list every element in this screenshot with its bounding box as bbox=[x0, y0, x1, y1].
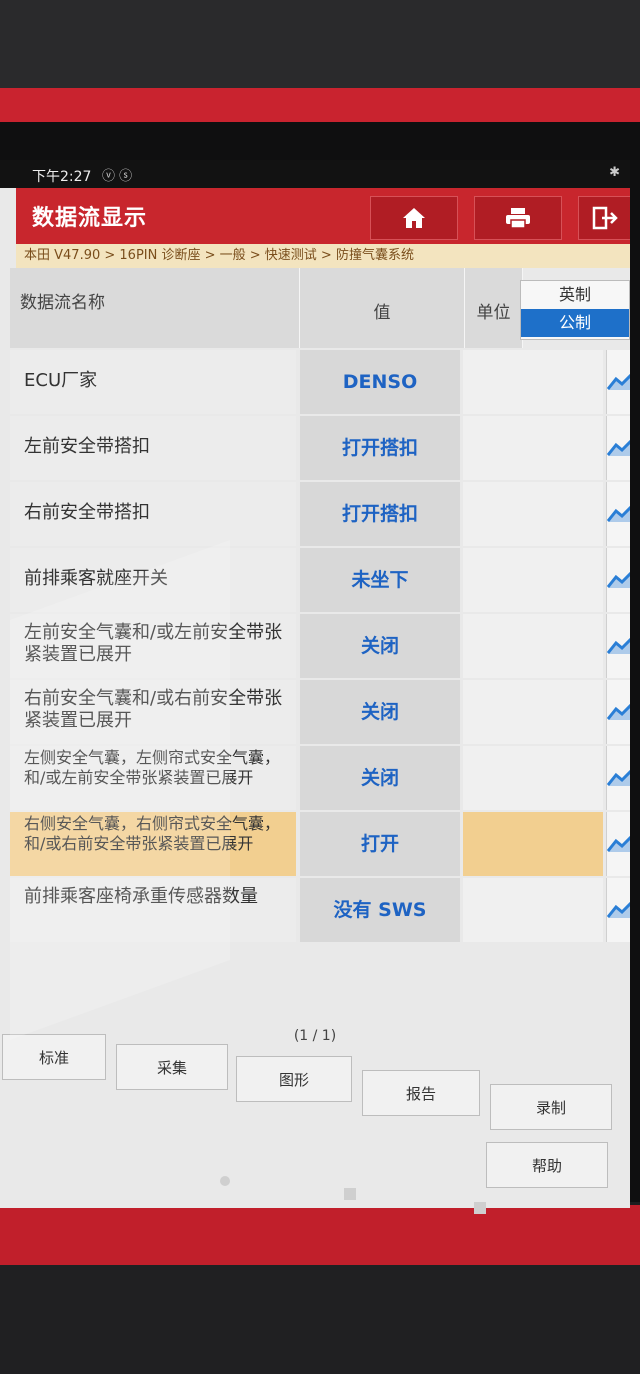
table-row[interactable]: 左前安全气囊和/或左前安全带张紧装置已展开 关闭 bbox=[0, 614, 630, 680]
graph-button[interactable]: 图形 bbox=[236, 1056, 352, 1102]
table-header: 数据流名称 值 单位 英制 公制 bbox=[0, 268, 630, 348]
status-time: 下午2:27 bbox=[32, 169, 92, 185]
row-unit bbox=[463, 350, 603, 414]
bluetooth-icon: ✱ bbox=[609, 165, 620, 180]
column-header-value: 值 bbox=[300, 268, 465, 348]
report-button[interactable]: 报告 bbox=[362, 1070, 480, 1116]
nav-back-icon[interactable] bbox=[220, 1176, 230, 1186]
table-row[interactable]: 前排乘客就座开关 未坐下 bbox=[0, 548, 630, 614]
row-unit bbox=[463, 812, 603, 876]
row-unit bbox=[463, 416, 603, 480]
row-graph-button[interactable] bbox=[606, 878, 630, 942]
trend-chart-icon bbox=[607, 369, 630, 395]
table-row[interactable]: 左前安全带搭扣 打开搭扣 bbox=[0, 416, 630, 482]
row-unit bbox=[463, 680, 603, 744]
row-value: 未坐下 bbox=[300, 548, 460, 612]
exit-button[interactable] bbox=[578, 196, 630, 240]
device-red-band-top bbox=[0, 88, 640, 122]
row-name: 右侧安全气囊，右侧帘式安全气囊，和/或右前安全带张紧装置已展开 bbox=[10, 812, 296, 876]
row-value: 打开搭扣 bbox=[300, 416, 460, 480]
row-value: 打开搭扣 bbox=[300, 482, 460, 546]
record-button[interactable]: 录制 bbox=[490, 1084, 612, 1130]
row-name: 左侧安全气囊，左侧帘式安全气囊，和/或左前安全带张紧装置已展开 bbox=[10, 746, 296, 810]
row-name: 右前安全带搭扣 bbox=[10, 482, 296, 546]
trend-chart-icon bbox=[607, 699, 630, 725]
nav-home-icon[interactable] bbox=[344, 1188, 356, 1200]
row-name: 左前安全气囊和/或左前安全带张紧装置已展开 bbox=[10, 614, 296, 678]
device-red-band-bottom bbox=[0, 1205, 640, 1265]
status-bar: 下午2:27 ⓥ ⓢ ✱ bbox=[0, 160, 630, 188]
row-graph-button[interactable] bbox=[606, 812, 630, 876]
breadcrumb: 本田 V47.90 > 16PIN 诊断座 > 一般 > 快速测试 > 防撞气囊… bbox=[16, 244, 630, 268]
table-row[interactable]: 右前安全气囊和/或右前安全带张紧装置已展开 关闭 bbox=[0, 680, 630, 746]
trend-chart-icon bbox=[607, 501, 630, 527]
trend-chart-icon bbox=[607, 765, 630, 791]
device-frame-top bbox=[0, 0, 640, 90]
print-button[interactable] bbox=[474, 196, 562, 240]
row-value: DENSO bbox=[300, 350, 460, 414]
trend-chart-icon bbox=[607, 633, 630, 659]
row-value: 关闭 bbox=[300, 680, 460, 744]
row-name: ECU厂家 bbox=[10, 350, 296, 414]
unit-toggle[interactable]: 英制 公制 bbox=[520, 280, 630, 340]
row-value: 没有 SWS bbox=[300, 878, 460, 942]
device-frame-bottom bbox=[0, 1265, 640, 1374]
row-name: 右前安全气囊和/或右前安全带张紧装置已展开 bbox=[10, 680, 296, 744]
page-title: 数据流显示 bbox=[32, 206, 148, 231]
unit-option-metric[interactable]: 公制 bbox=[521, 309, 629, 337]
help-button[interactable]: 帮助 bbox=[486, 1142, 608, 1188]
row-name: 左前安全带搭扣 bbox=[10, 416, 296, 480]
exit-icon bbox=[592, 206, 618, 230]
row-graph-button[interactable] bbox=[606, 548, 630, 612]
row-graph-button[interactable] bbox=[606, 746, 630, 810]
row-graph-button[interactable] bbox=[606, 350, 630, 414]
row-name: 前排乘客座椅承重传感器数量 bbox=[10, 878, 296, 942]
column-header-unit: 单位 bbox=[465, 268, 523, 348]
row-name: 前排乘客就座开关 bbox=[10, 548, 296, 612]
title-bar: 数据流显示 bbox=[16, 188, 630, 244]
unit-option-imperial[interactable]: 英制 bbox=[521, 281, 629, 309]
nav-recent-icon[interactable] bbox=[474, 1202, 486, 1214]
row-unit bbox=[463, 614, 603, 678]
row-unit bbox=[463, 548, 603, 612]
table-row-highlighted[interactable]: 右侧安全气囊，右侧帘式安全气囊，和/或右前安全带张紧装置已展开 打开 bbox=[0, 812, 630, 878]
printer-icon bbox=[504, 206, 532, 230]
trend-chart-icon bbox=[607, 831, 630, 857]
standard-button[interactable]: 标准 bbox=[2, 1034, 106, 1080]
row-graph-button[interactable] bbox=[606, 614, 630, 678]
table-row[interactable]: 左侧安全气囊，左侧帘式安全气囊，和/或左前安全带张紧装置已展开 关闭 bbox=[0, 746, 630, 812]
home-button[interactable] bbox=[370, 196, 458, 240]
trend-chart-icon bbox=[607, 435, 630, 461]
row-graph-button[interactable] bbox=[606, 482, 630, 546]
screen: 下午2:27 ⓥ ⓢ ✱ 数据流显示 本田 V47.90 > 16PIN 诊断座… bbox=[0, 160, 630, 1208]
row-unit bbox=[463, 746, 603, 810]
row-graph-button[interactable] bbox=[606, 416, 630, 480]
row-unit bbox=[463, 482, 603, 546]
table-row[interactable]: 右前安全带搭扣 打开搭扣 bbox=[0, 482, 630, 548]
row-graph-button[interactable] bbox=[606, 680, 630, 744]
row-unit bbox=[463, 878, 603, 942]
row-value: 打开 bbox=[300, 812, 460, 876]
table-row[interactable]: ECU厂家 DENSO bbox=[0, 350, 630, 416]
status-icons: ⓥ ⓢ bbox=[102, 169, 133, 184]
collect-button[interactable]: 采集 bbox=[116, 1044, 228, 1090]
trend-chart-icon bbox=[607, 897, 630, 923]
column-header-name: 数据流名称 bbox=[10, 268, 300, 348]
home-icon bbox=[401, 206, 427, 230]
row-value: 关闭 bbox=[300, 746, 460, 810]
trend-chart-icon bbox=[607, 567, 630, 593]
row-value: 关闭 bbox=[300, 614, 460, 678]
table-row[interactable]: 前排乘客座椅承重传感器数量 没有 SWS bbox=[0, 878, 630, 944]
